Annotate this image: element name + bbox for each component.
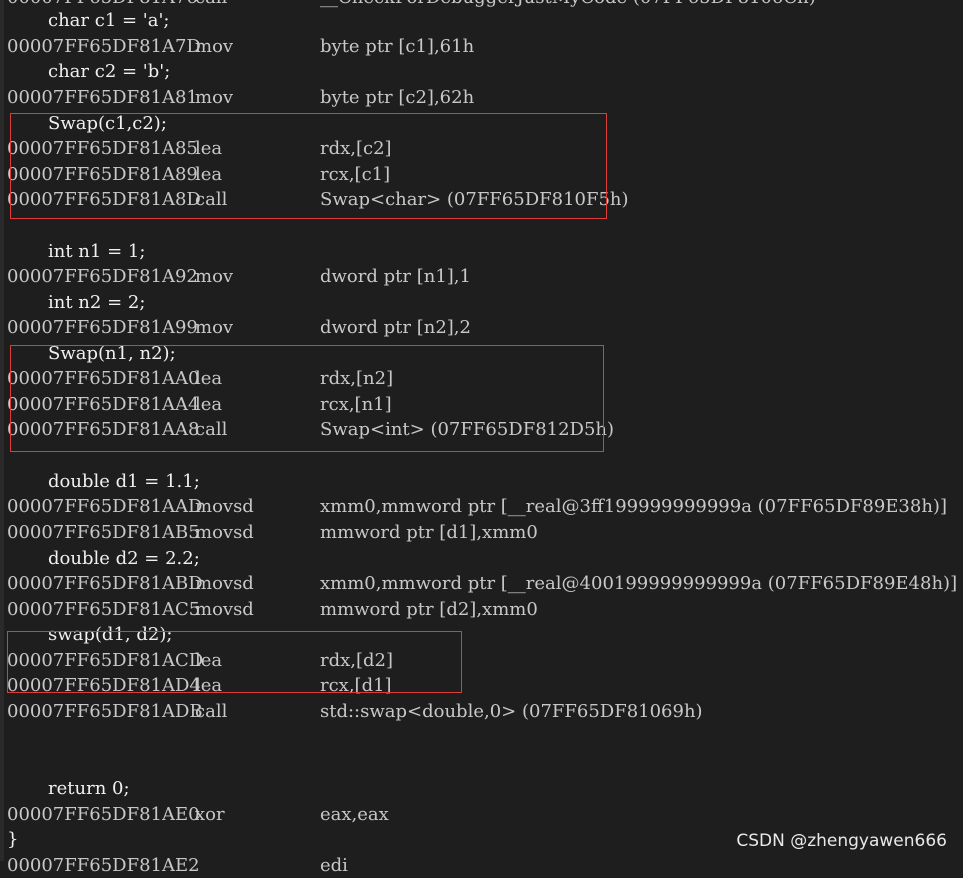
watermark: CSDN @zhengyawen666 <box>736 831 947 851</box>
address: 00007FF65DF81A89 <box>7 164 198 185</box>
mnemonic: lea <box>195 164 223 185</box>
source-line: return 0; <box>48 778 130 799</box>
operands: __CheckForDebuggerJustMyCode (07FF65DF81… <box>320 0 816 10</box>
source-line: swap(d1, d2); <box>48 624 173 645</box>
mnemonic: mov <box>195 317 234 338</box>
mnemonic: call <box>195 701 228 722</box>
source-line: char c2 = 'b'; <box>48 61 171 82</box>
operands: rcx,[n1] <box>320 394 392 415</box>
source-line: double d2 = 2.2; <box>48 548 200 569</box>
address: 00007FF65DF81A85 <box>7 138 198 159</box>
mnemonic: mov <box>195 87 234 108</box>
address: 00007FF65DF81AC5 <box>7 599 201 620</box>
mnemonic: movsd <box>195 573 254 594</box>
editor-gutter <box>0 0 4 861</box>
mnemonic: movsd <box>195 599 254 620</box>
source-line: char c1 = 'a'; <box>48 10 170 31</box>
mnemonic: call <box>195 419 228 440</box>
mnemonic: call <box>195 189 228 210</box>
address: 00007FF65DF81A8D <box>7 189 201 210</box>
operands: rcx,[c1] <box>320 164 391 185</box>
mnemonic: movsd <box>195 496 254 517</box>
operands: byte ptr [c1],61h <box>320 36 475 57</box>
address: 00007FF65DF81ABD <box>7 573 203 594</box>
operands: rdx,[c2] <box>320 138 392 159</box>
mnemonic: movsd <box>195 522 254 543</box>
address: 00007FF65DF81AA8 <box>7 419 200 440</box>
mnemonic: lea <box>195 138 223 159</box>
mnemonic: mov <box>195 266 234 287</box>
source-line: } <box>7 829 19 850</box>
mnemonic: lea <box>195 675 223 696</box>
address: 00007FF65DF81AA0 <box>7 368 200 389</box>
operands: rcx,[d1] <box>320 675 392 696</box>
source-line: double d1 = 1.1; <box>48 471 200 492</box>
address: 00007FF65DF81A7D <box>7 36 201 57</box>
address: 00007FF65DF81AB5 <box>7 522 200 543</box>
source-line: int n2 = 2; <box>48 292 146 313</box>
operands: dword ptr [n2],2 <box>320 317 471 338</box>
address: 00007FF65DF81ADB <box>7 701 203 722</box>
address: 00007FF65DF81ACD <box>7 650 204 671</box>
operands: mmword ptr [d2],xmm0 <box>320 599 538 620</box>
operands: xmm0,mmword ptr [__real@400199999999999a… <box>320 573 958 594</box>
operands: std::swap<double,0> (07FF65DF81069h) <box>320 701 703 722</box>
source-line: Swap(n1, n2); <box>48 343 176 364</box>
operands: xmm0,mmword ptr [__real@3ff199999999999a… <box>320 496 947 517</box>
mnemonic: lea <box>195 650 223 671</box>
address: 00007FF65DF81AE2 <box>7 855 200 876</box>
address: 00007FF65DF81AA4 <box>7 394 200 415</box>
source-line: Swap(c1,c2); <box>48 113 167 134</box>
operands: Swap<int> (07FF65DF812D5h) <box>320 419 615 440</box>
mnemonic: mov <box>195 36 234 57</box>
operands: Swap<char> (07FF65DF810F5h) <box>320 189 629 210</box>
operands: eax,eax <box>320 804 389 825</box>
operands: byte ptr [c2],62h <box>320 87 475 108</box>
address: 00007FF65DF81AD4 <box>7 675 201 696</box>
address: 00007FF65DF81A99 <box>7 317 198 338</box>
operands: rdx,[d2] <box>320 650 394 671</box>
address: 00007FF65DF81AAD <box>7 496 203 517</box>
operands: rdx,[n2] <box>320 368 394 389</box>
mnemonic: lea <box>195 394 223 415</box>
address: 00007FF65DF81A81 <box>7 87 198 108</box>
operands: dword ptr [n1],1 <box>320 266 471 287</box>
source-line: int n1 = 1; <box>48 241 146 262</box>
operands: mmword ptr [d1],xmm0 <box>320 522 538 543</box>
address: 00007FF65DF81A92 <box>7 266 198 287</box>
address: 00007FF65DF81AE0 <box>7 804 200 825</box>
mnemonic: call <box>195 0 227 10</box>
operands: edi <box>320 855 348 876</box>
mnemonic: xor <box>195 804 225 825</box>
mnemonic: lea <box>195 368 223 389</box>
